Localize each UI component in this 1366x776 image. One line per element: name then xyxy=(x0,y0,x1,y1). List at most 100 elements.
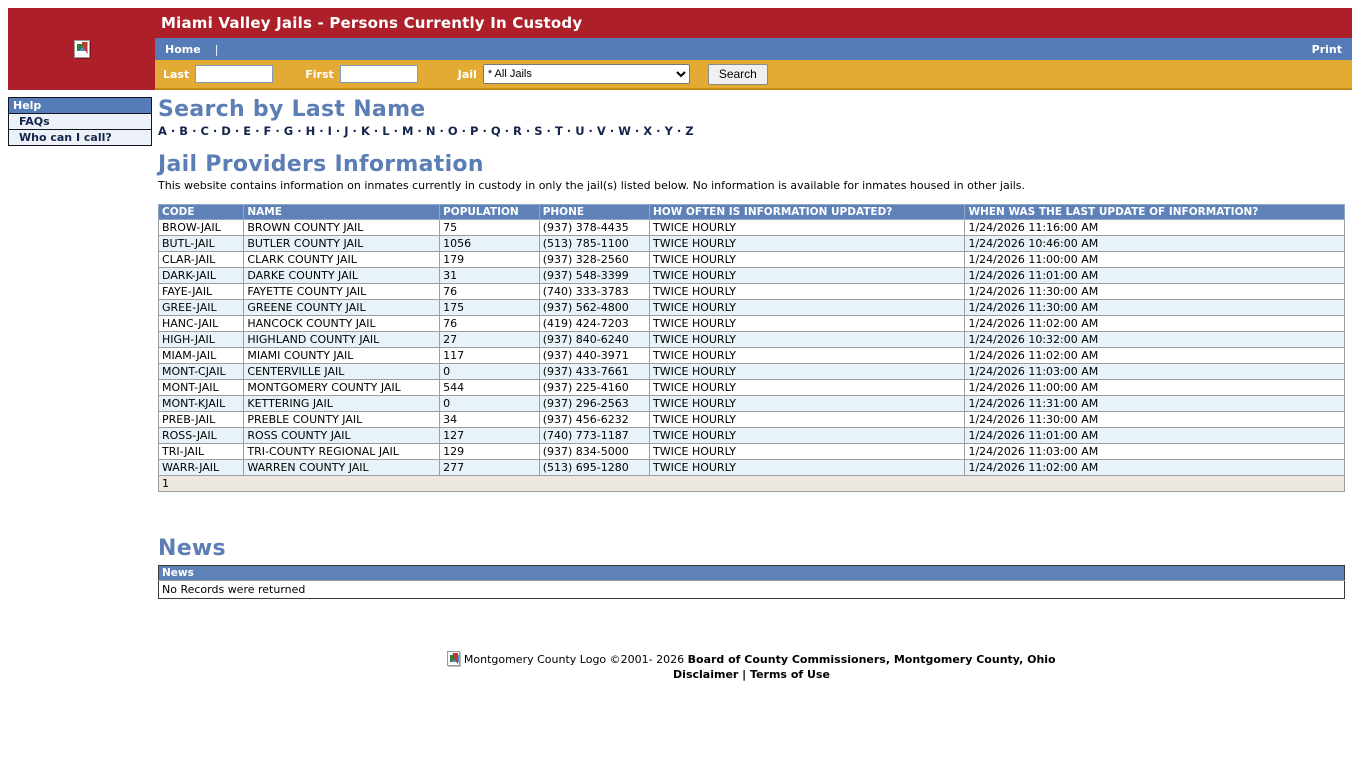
page-header: Miami Valley Jails - Persons Currently I… xyxy=(8,8,1352,90)
table-cell: GREENE COUNTY JAIL xyxy=(244,300,440,316)
sidebar-item-faqs[interactable]: FAQs xyxy=(9,114,151,130)
table-cell: BUTLER COUNTY JAIL xyxy=(244,236,440,252)
alphabet-letter-link[interactable]: K xyxy=(361,124,370,138)
alphabet-letter-link[interactable]: C xyxy=(200,124,208,138)
first-name-input[interactable] xyxy=(340,65,418,83)
table-cell: HANCOCK COUNTY JAIL xyxy=(244,316,440,332)
table-cell: 1/24/2026 11:16:00 AM xyxy=(965,220,1345,236)
table-cell: 1/24/2026 10:46:00 AM xyxy=(965,236,1345,252)
alphabet-separator: · xyxy=(501,124,513,138)
main-content: Search by Last Name A · B · C · D · E · … xyxy=(158,97,1345,681)
table-cell: 1/24/2026 11:01:00 AM xyxy=(965,268,1345,284)
news-header-row: News xyxy=(159,566,1345,581)
table-cell: 1/24/2026 11:30:00 AM xyxy=(965,412,1345,428)
table-cell: TWICE HOURLY xyxy=(649,380,964,396)
alphabet-letter-link[interactable]: H xyxy=(306,124,316,138)
alphabet-letter-link[interactable]: R xyxy=(513,124,522,138)
alphabet-separator: · xyxy=(563,124,575,138)
news-empty-message: No Records were returned xyxy=(159,581,1345,599)
alphabet-letter-link[interactable]: Y xyxy=(665,124,673,138)
table-cell: 1/24/2026 11:03:00 AM xyxy=(965,444,1345,460)
alphabet-letter-link[interactable]: D xyxy=(221,124,231,138)
jail-select[interactable]: * All Jails xyxy=(483,64,690,84)
table-cell: KETTERING JAIL xyxy=(244,396,440,412)
table-cell: TRI-COUNTY REGIONAL JAIL xyxy=(244,444,440,460)
table-cell: TRI-JAIL xyxy=(159,444,244,460)
disclaimer-link[interactable]: Disclaimer xyxy=(673,668,738,681)
alphabet-separator: · xyxy=(631,124,643,138)
table-cell: 127 xyxy=(440,428,540,444)
nav-separator: | xyxy=(215,43,219,56)
sidebar-item-who-can-i-call[interactable]: Who can I call? xyxy=(9,130,151,145)
table-cell: CLARK COUNTY JAIL xyxy=(244,252,440,268)
nav-left: Home | xyxy=(165,43,218,56)
alphabet-separator: · xyxy=(478,124,490,138)
nav-home-link[interactable]: Home xyxy=(165,43,201,56)
table-cell: TWICE HOURLY xyxy=(649,348,964,364)
alphabet-separator: · xyxy=(231,124,243,138)
table-cell: (937) 440-3971 xyxy=(539,348,649,364)
table-cell: TWICE HOURLY xyxy=(649,300,964,316)
alphabet-letter-link[interactable]: S xyxy=(534,124,542,138)
last-name-input[interactable] xyxy=(195,65,273,83)
table-cell: (937) 548-3399 xyxy=(539,268,649,284)
news-empty-row: No Records were returned xyxy=(159,581,1345,599)
table-cell: (513) 785-1100 xyxy=(539,236,649,252)
alphabet-separator: · xyxy=(585,124,597,138)
alphabet-letter-link[interactable]: X xyxy=(643,124,652,138)
alphabet-letter-link[interactable]: Q xyxy=(491,124,501,138)
table-cell: 76 xyxy=(440,284,540,300)
table-cell: GREE-JAIL xyxy=(159,300,244,316)
alphabet-letter-link[interactable]: V xyxy=(597,124,606,138)
alphabet-letter-link[interactable]: Z xyxy=(685,124,693,138)
alphabet-letter-link[interactable]: G xyxy=(284,124,293,138)
table-cell: 1/24/2026 11:00:00 AM xyxy=(965,252,1345,268)
table-cell: TWICE HOURLY xyxy=(649,268,964,284)
table-cell: ROSS COUNTY JAIL xyxy=(244,428,440,444)
alphabet-letter-link[interactable]: O xyxy=(448,124,458,138)
table-row: MONT-CJAILCENTERVILLE JAIL0(937) 433-766… xyxy=(159,364,1345,380)
table-cell: (937) 840-6240 xyxy=(539,332,649,348)
table-cell: 1/24/2026 11:00:00 AM xyxy=(965,380,1345,396)
table-cell: 1/24/2026 11:02:00 AM xyxy=(965,348,1345,364)
table-cell: 27 xyxy=(440,332,540,348)
table-cell: FAYE-JAIL xyxy=(159,284,244,300)
terms-of-use-link[interactable]: Terms of Use xyxy=(750,668,830,681)
alphabet-letter-link[interactable]: W xyxy=(618,124,631,138)
search-by-last-name-title: Search by Last Name xyxy=(158,97,1345,122)
table-cell: MONTGOMERY COUNTY JAIL xyxy=(244,380,440,396)
jail-providers-table: CODE NAME POPULATION PHONE HOW OFTEN IS … xyxy=(158,204,1345,492)
table-cell: 1/24/2026 10:32:00 AM xyxy=(965,332,1345,348)
sidebar-header-help[interactable]: Help xyxy=(9,98,151,114)
table-cell: (937) 328-2560 xyxy=(539,252,649,268)
alphabet-letter-link[interactable]: E xyxy=(243,124,251,138)
alphabet-letter-link[interactable]: M xyxy=(402,124,413,138)
first-name-label: First xyxy=(305,68,334,81)
news-title: News xyxy=(158,536,1345,561)
column-header-code: CODE xyxy=(159,205,244,220)
alphabet-separator: · xyxy=(606,124,618,138)
alphabet-separator: · xyxy=(251,124,263,138)
search-button[interactable]: Search xyxy=(708,64,768,85)
alphabet-letter-link[interactable]: N xyxy=(426,124,436,138)
table-cell: 1/24/2026 11:02:00 AM xyxy=(965,460,1345,476)
pagination-page-number[interactable]: 1 xyxy=(159,476,1345,492)
table-cell: DARKE COUNTY JAIL xyxy=(244,268,440,284)
table-row: HIGH-JAILHIGHLAND COUNTY JAIL27(937) 840… xyxy=(159,332,1345,348)
alphabet-letter-link[interactable]: A xyxy=(158,124,167,138)
alphabet-letter-link[interactable]: T xyxy=(555,124,563,138)
alphabet-letter-link[interactable]: B xyxy=(179,124,188,138)
table-cell: 1/24/2026 11:30:00 AM xyxy=(965,284,1345,300)
alphabet-letter-link[interactable]: U xyxy=(575,124,584,138)
nav-print-link[interactable]: Print xyxy=(1312,43,1342,56)
table-cell: TWICE HOURLY xyxy=(649,428,964,444)
table-row: GREE-JAILGREENE COUNTY JAIL175(937) 562-… xyxy=(159,300,1345,316)
broken-logo-image-icon xyxy=(74,40,90,58)
alphabet-letter-link[interactable]: L xyxy=(382,124,389,138)
alphabet-separator: · xyxy=(188,124,200,138)
column-header-update-frequency: HOW OFTEN IS INFORMATION UPDATED? xyxy=(649,205,964,220)
table-row: FAYE-JAILFAYETTE COUNTY JAIL76(740) 333-… xyxy=(159,284,1345,300)
table-cell: (740) 333-3783 xyxy=(539,284,649,300)
pagination-row: 1 xyxy=(159,476,1345,492)
table-cell: 117 xyxy=(440,348,540,364)
